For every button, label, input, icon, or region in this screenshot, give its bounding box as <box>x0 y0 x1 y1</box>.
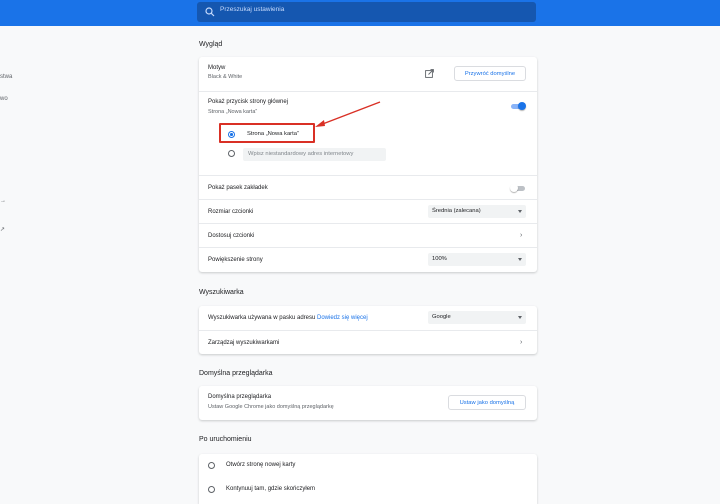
search-engine-value: Google <box>432 314 451 320</box>
chevron-down-icon <box>518 210 522 213</box>
startup-option2-label: Kontynuuj tam, gdzie skończyłem <box>226 486 316 492</box>
font-size-row: Rozmiar czcionki Średnia (zalecana) <box>199 199 537 224</box>
customize-fonts-label: Dostosuj czcionki <box>208 233 255 239</box>
custom-url-input[interactable]: Wpisz niestandardowy adres internetowy <box>243 148 386 161</box>
nav-item-clipped-1[interactable]: stwa <box>0 74 12 80</box>
theme-value: Black & White <box>208 74 243 80</box>
appearance-card: Motyw Black & White Przywróć domyślne Po… <box>199 57 537 272</box>
nav-arrow-icon[interactable]: → <box>0 198 6 204</box>
chevron-right-icon: › <box>520 339 523 346</box>
radio-custom-url[interactable] <box>228 150 235 157</box>
search-engine-label: Wyszukiwarka używana w pasku adresu Dowi… <box>208 315 368 321</box>
top-bar: Przeszukaj ustawienia <box>0 0 720 26</box>
page-zoom-row: Powiększenie strony 100% <box>199 247 537 272</box>
search-placeholder: Przeszukaj ustawienia <box>220 6 285 13</box>
external-link-icon[interactable]: ↗ <box>0 226 5 233</box>
manage-search-engines-row[interactable]: Zarządzaj wyszukiwarkami › <box>199 330 537 355</box>
nav-item-clipped-2[interactable]: wo <box>0 96 8 102</box>
theme-row[interactable]: Motyw Black & White Przywróć domyślne <box>199 57 537 91</box>
bookmarks-bar-row[interactable]: Pokaż pasek zakładek <box>199 175 537 200</box>
annotation-arrow-icon <box>315 101 381 127</box>
theme-label: Motyw <box>208 65 226 71</box>
search-settings-input[interactable]: Przeszukaj ustawienia <box>197 2 536 22</box>
section-title-default-browser: Domyślna przeglądarka <box>199 370 273 377</box>
font-size-label: Rozmiar czcionki <box>208 209 254 215</box>
open-in-new-icon[interactable] <box>425 69 434 78</box>
reset-theme-button[interactable]: Przywróć domyślne <box>454 66 526 81</box>
radio-startup-new-tab[interactable] <box>208 462 215 469</box>
learn-more-link[interactable]: Dowiedz się więcej <box>317 315 368 321</box>
startup-option1-label: Otwórz stronę nowej karty <box>226 462 296 468</box>
bookmarks-bar-label: Pokaż pasek zakładek <box>208 185 268 191</box>
home-button-label: Pokaż przycisk strony głównej <box>208 99 289 105</box>
page-zoom-value: 100% <box>432 256 447 262</box>
chevron-down-icon <box>518 316 522 319</box>
customize-fonts-row[interactable]: Dostosuj czcionki › <box>199 223 537 248</box>
left-navigation: stwa wo → ↗ <box>0 26 16 500</box>
default-browser-card: Domyślna przeglądarka Ustaw Google Chrom… <box>199 386 537 420</box>
section-title-search-engine: Wyszukiwarka <box>199 289 244 296</box>
chevron-down-icon <box>518 258 522 261</box>
set-default-browser-button[interactable]: Ustaw jako domyślną <box>448 395 526 410</box>
font-size-select[interactable]: Średnia (zalecana) <box>428 205 526 218</box>
startup-card: Otwórz stronę nowej karty Kontynuuj tam,… <box>199 454 537 504</box>
section-title-appearance: Wygląd <box>199 41 223 48</box>
section-title-startup: Po uruchomieniu <box>199 436 252 443</box>
page-zoom-select[interactable]: 100% <box>428 253 526 266</box>
annotation-highlight-box <box>219 123 315 143</box>
default-browser-sub: Ustaw Google Chrome jako domyślną przegl… <box>208 404 334 410</box>
search-engine-label-text: Wyszukiwarka używana w pasku adresu <box>208 315 316 321</box>
bookmarks-bar-toggle[interactable] <box>510 184 526 192</box>
search-engine-row: Wyszukiwarka używana w pasku adresu Dowi… <box>199 306 537 330</box>
page-zoom-label: Powiększenie strony <box>208 257 263 263</box>
home-button-sub: Strona „Nowa karta” <box>208 109 258 115</box>
chevron-right-icon: › <box>520 232 523 239</box>
font-size-value: Średnia (zalecana) <box>432 208 481 214</box>
radio-startup-continue[interactable] <box>208 486 215 493</box>
default-browser-label: Domyślna przeglądarka <box>208 394 272 400</box>
search-engine-select[interactable]: Google <box>428 311 526 324</box>
manage-search-engines-label: Zarządzaj wyszukiwarkami <box>208 340 280 346</box>
home-button-toggle[interactable] <box>510 102 526 110</box>
search-icon <box>205 7 215 17</box>
search-engine-card: Wyszukiwarka używana w pasku adresu Dowi… <box>199 306 537 354</box>
